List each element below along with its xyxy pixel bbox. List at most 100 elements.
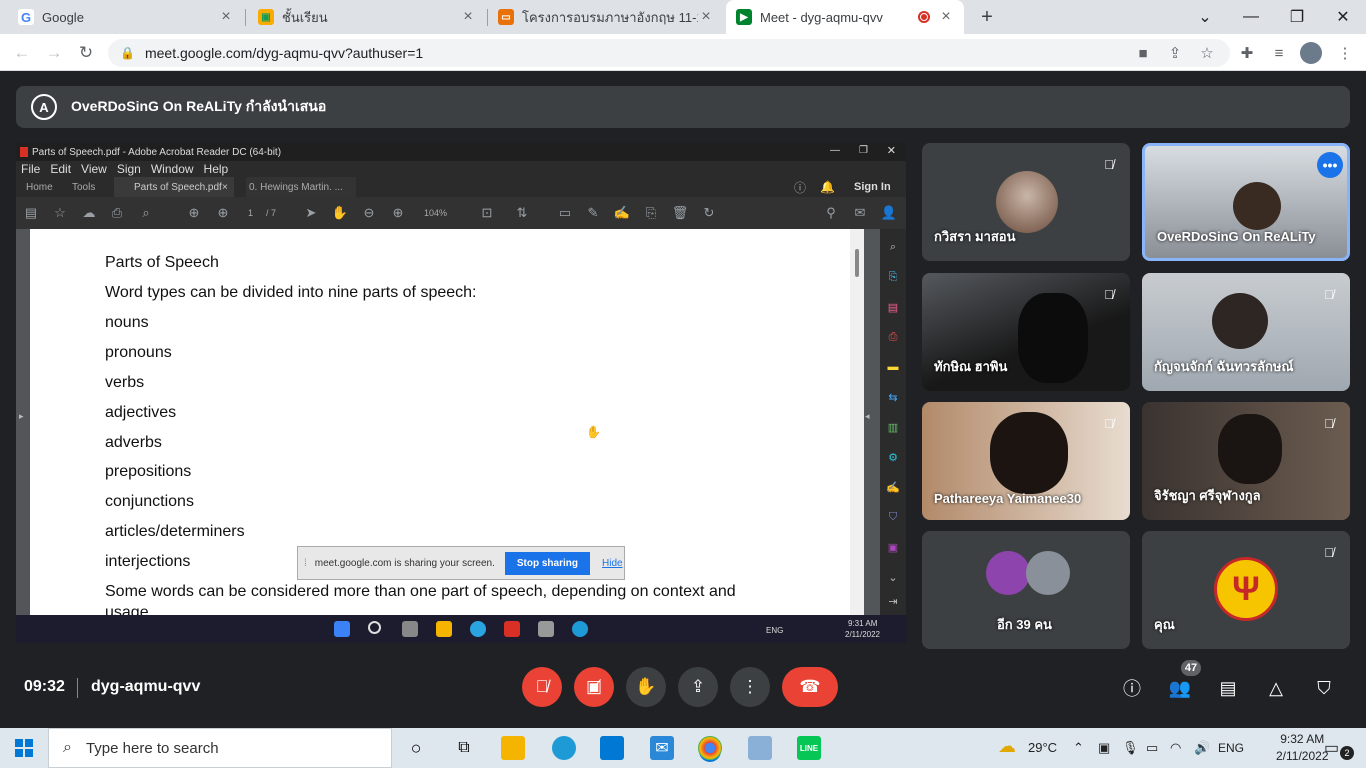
upload-icon[interactable]: ☁ [80,204,98,222]
fit-icon[interactable]: ⊡ [478,204,496,222]
camera-icon[interactable]: ■ [1132,42,1154,64]
collapse-pane-icon[interactable]: ⇥ [885,593,901,609]
tab-classroom[interactable]: ▣ ชั้นเรียน × [248,0,486,34]
zoom-level[interactable]: 104% [424,208,447,218]
participant-tile-others[interactable]: อีก 39 คน [922,531,1130,649]
print-icon[interactable]: ⎙ [108,204,126,222]
reload-icon[interactable]: ↻ [73,40,99,66]
select-icon[interactable]: ➤ [302,204,320,222]
participant-tile[interactable]: 🎙̸ กัญจนจักก์ ฉันทวรลักษณ์ [1142,273,1350,391]
comment-icon[interactable]: ▬ [885,359,901,375]
tab-tools[interactable]: Tools [72,177,95,197]
tab-meet[interactable]: ▶ Meet - dyg-aqmu-qvv × [726,0,964,34]
sign-icon[interactable]: ✍ [613,204,631,222]
tab-search-icon[interactable]: ⌄ [1182,0,1228,34]
create-pdf-icon[interactable]: ⎙ [885,329,901,345]
start-button[interactable] [0,728,48,768]
right-panel-toggle-icon[interactable]: ◂ [865,411,870,422]
menu-window[interactable]: Window [151,162,194,176]
paint-icon[interactable] [748,736,772,760]
search-icon[interactable]: ⌕ [885,239,901,255]
camera-off-button[interactable]: ▣̸ [574,667,614,707]
drag-handle-icon[interactable]: ⁞ [304,558,307,569]
restore-icon[interactable]: ❐ [859,145,868,156]
close-icon[interactable]: × [698,8,714,26]
tab-document-2[interactable]: 0. Hewings Martin. ... [246,177,356,197]
chrome-icon[interactable] [698,736,722,760]
star-icon[interactable]: ☆ [51,204,69,222]
profile-avatar[interactable] [1300,42,1322,64]
zoom-in-icon[interactable]: ⊕ [389,204,407,222]
participant-tile-self[interactable]: Ψ 🎙̸ คุณ [1142,531,1350,649]
close-window-icon[interactable]: ✕ [1320,0,1366,34]
compress-icon[interactable]: ▥ [885,419,901,435]
input-language[interactable]: ENG [1218,741,1244,755]
stamp-icon[interactable]: ⎘ [642,204,660,222]
link-icon[interactable]: ⚲ [822,204,840,222]
export-pdf-icon[interactable]: ⎘ [885,269,901,285]
file-explorer-icon[interactable] [501,736,525,760]
wifi-icon[interactable]: ◠ [1170,740,1181,756]
store-icon[interactable] [600,736,624,760]
participant-tile[interactable]: 🎙̸ จิรัชญา ศรีจุฬางกูล [1142,402,1350,520]
organize-icon[interactable]: ▤ [885,299,901,315]
sign-in-button[interactable]: Sign In [854,177,891,197]
close-icon[interactable]: × [938,8,954,26]
activities-button[interactable]: △ [1262,674,1290,702]
stop-sharing-button[interactable]: Stop sharing [504,551,590,575]
document-scrollbar[interactable] [850,229,864,615]
restore-icon[interactable]: ❐ [1274,0,1320,34]
participant-tile[interactable]: 🎙̸ Pathareeya Yaimanee30 [922,402,1130,520]
close-icon[interactable]: × [222,177,228,197]
zoom-out-icon[interactable]: ⊖ [360,204,378,222]
help-icon[interactable]: ⓘ [794,177,806,197]
minimize-icon[interactable]: — [830,145,840,156]
cortana-icon[interactable]: ○ [404,736,428,760]
media-icon[interactable]: ≡ [1268,42,1290,64]
participant-tile-speaking[interactable]: ••• OveRDoSinG On ReALiTy [1142,143,1350,261]
protect-icon[interactable]: ⛉ [885,509,901,525]
comment-icon[interactable]: ▭ [556,204,574,222]
menu-icon[interactable]: ⋮ [1334,42,1356,64]
close-icon[interactable]: ✕ [887,144,896,157]
temperature[interactable]: 29°C [1028,740,1057,755]
chevron-down-icon[interactable]: ⌄ [885,569,901,585]
more-tools-icon[interactable]: ▣ [885,539,901,555]
microphone-icon[interactable]: 🎙 [1122,740,1139,756]
taskbar-search[interactable]: ⌕ Type here to search [48,728,392,768]
host-controls-button[interactable]: ⛉ [1310,674,1338,702]
people-button[interactable]: 👥 [1166,674,1194,702]
leave-call-button[interactable]: ☎ [782,667,838,707]
menu-edit[interactable]: Edit [50,162,71,176]
taskbar-clock[interactable]: 9:32 AM 2/11/2022 [1276,731,1329,765]
mic-off-button[interactable]: 🎙̸ [522,667,562,707]
new-tab-button[interactable]: + [976,5,998,29]
pen-icon[interactable]: ✎ [584,204,602,222]
close-icon[interactable]: × [218,8,234,26]
menu-help[interactable]: Help [204,162,229,176]
task-view-icon[interactable]: ⧉ [452,736,476,760]
notification-icon[interactable]: ▭ [1324,738,1339,758]
rotate-icon[interactable]: ↻ [700,204,718,222]
scroll-icon[interactable]: ⇅ [513,204,531,222]
prev-page-icon[interactable]: ⊕ [185,204,203,222]
line-icon[interactable]: LINE [797,736,821,760]
chat-button[interactable]: ▤ [1214,674,1242,702]
save-icon[interactable]: ▤ [22,204,40,222]
extensions-icon[interactable]: ✚ [1236,42,1258,64]
menu-sign[interactable]: Sign [117,162,141,176]
participant-tile[interactable]: 🎙̸ กวิสรา มาสอน [922,143,1130,261]
participant-tile[interactable]: 🎙̸ ทักษิณ ฮาพิน [922,273,1130,391]
page-number[interactable]: 1 [248,208,253,218]
address-bar[interactable]: 🔒 meet.google.com/dyg-aqmu-qvv?authuser=… [108,39,1230,67]
zoom-search-icon[interactable]: ⌕ [137,204,155,222]
forward-icon[interactable]: → [41,40,67,66]
account-icon[interactable]: 👤 [880,204,898,222]
more-options-button[interactable]: ⋮ [730,667,770,707]
back-icon[interactable]: ← [9,40,35,66]
trash-icon[interactable]: 🗑 [671,204,689,222]
fill-sign-icon[interactable]: ✍ [885,479,901,495]
battery-icon[interactable]: ▭ [1146,740,1158,756]
hand-icon[interactable]: ✋ [331,204,349,222]
mail-icon[interactable]: ✉ [650,736,674,760]
